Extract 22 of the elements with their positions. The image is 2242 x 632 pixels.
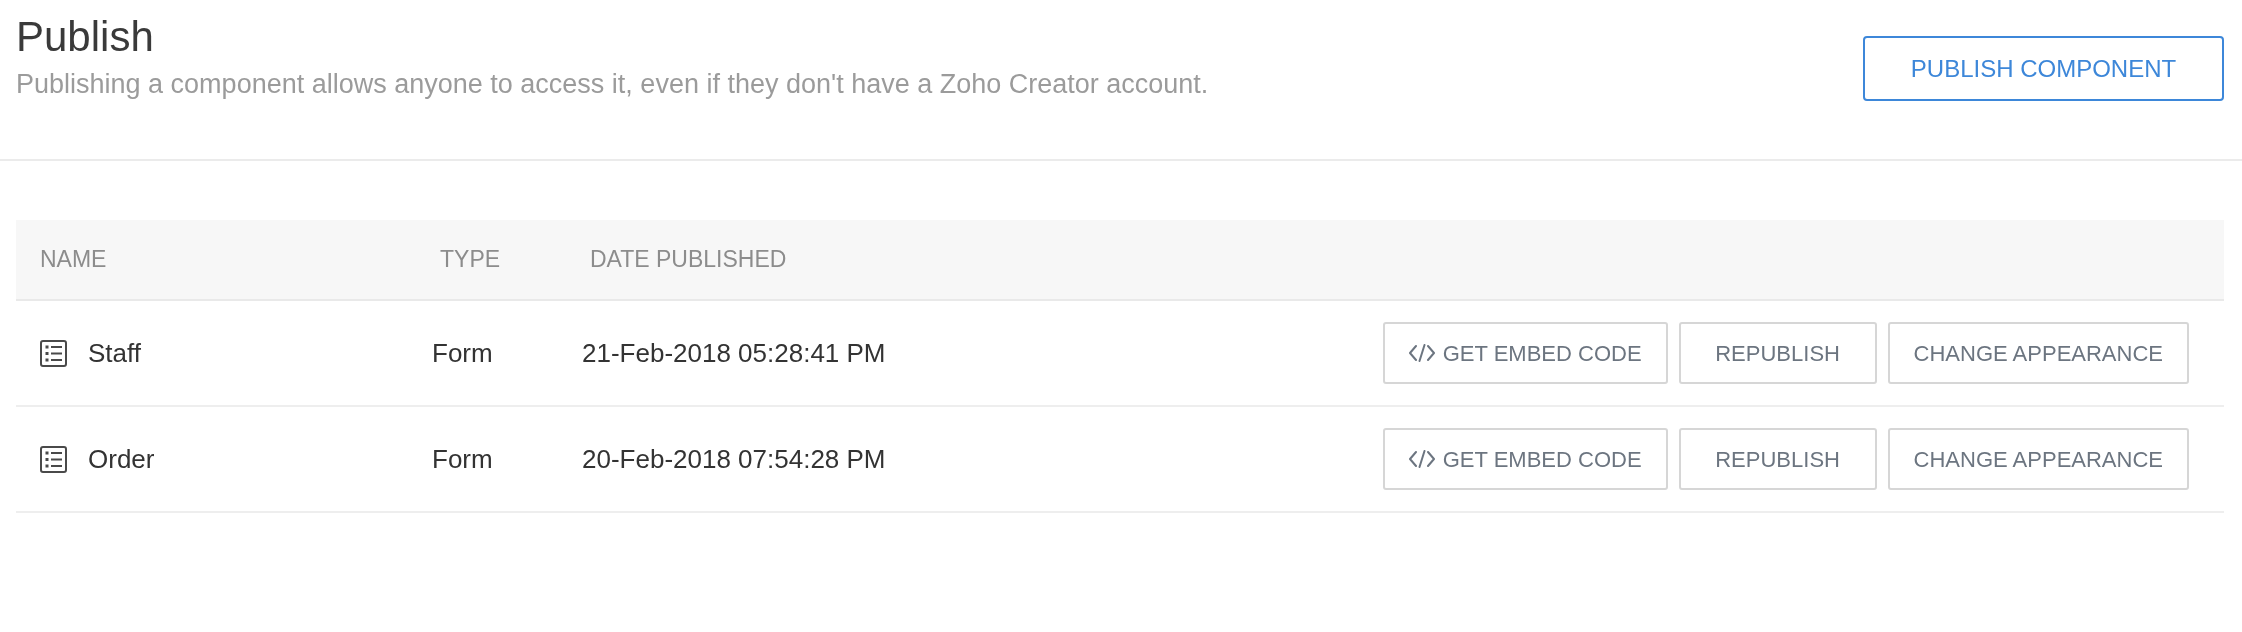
list-form-icon (40, 339, 67, 367)
component-type: Form (432, 337, 493, 368)
action-button[interactable]: REPUBLISH (1678, 428, 1877, 490)
component-type: Form (432, 443, 493, 474)
column-header: DATE PUBLISHED (590, 246, 787, 273)
publish-component-button[interactable]: PUBLISH COMPONENT (1863, 36, 2224, 101)
date-published: 21-Feb-2018 05:28:41 PM (582, 337, 886, 368)
column-header: NAME (40, 246, 107, 273)
action-button[interactable]: REPUBLISH (1678, 322, 1877, 384)
page-title: Publish (16, 13, 155, 61)
page-description: Publishing a component allows anyone to access it, even if they don't have a Zoho Creator account. (16, 68, 1209, 100)
column-header: TYPE (440, 246, 501, 273)
component-name: Staff (88, 336, 141, 370)
get-embed-code-button[interactable]: GET EMBED CODE (1382, 428, 1668, 490)
get-embed-code-button[interactable]: GET EMBED CODE (1382, 322, 1668, 384)
code-icon (1408, 450, 1435, 468)
component-name: Order (88, 442, 155, 476)
action-button[interactable]: CHANGE APPEARANCE (1887, 428, 2189, 490)
date-published: 20-Feb-2018 07:54:28 PM (582, 443, 886, 474)
code-icon (1408, 344, 1435, 362)
action-button[interactable]: CHANGE APPEARANCE (1887, 322, 2189, 384)
list-form-icon (40, 445, 67, 473)
